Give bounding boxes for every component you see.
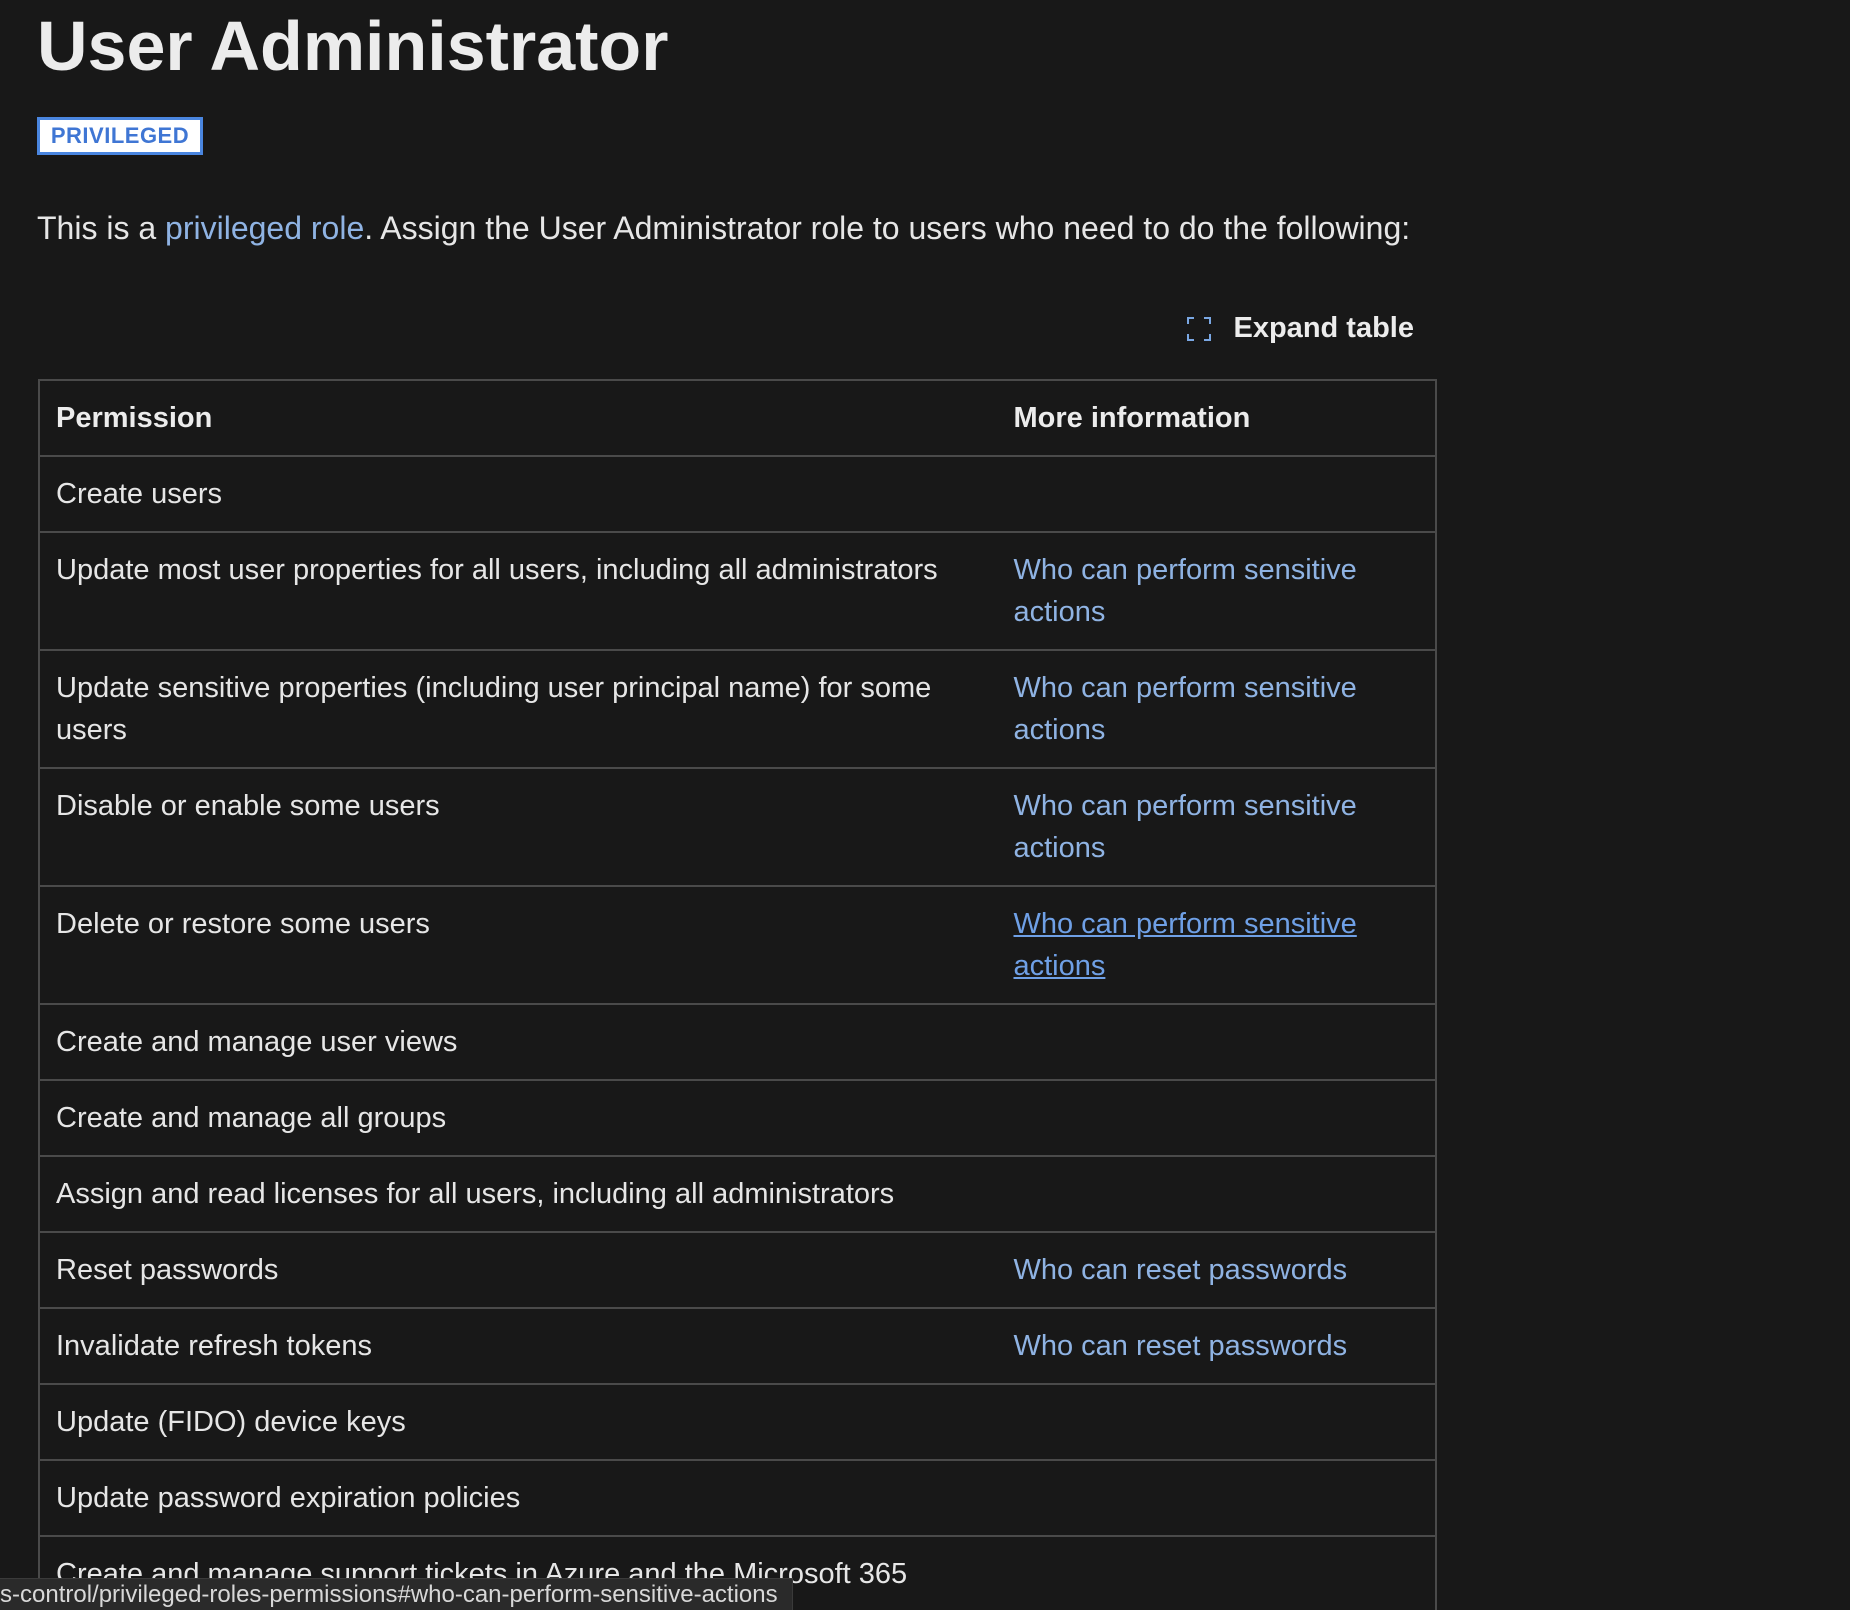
more-information-cell: Who can perform sensitive actions [997,649,1437,769]
table-header-row: Permission More information [37,379,1437,457]
permission-cell: Disable or enable some users [37,767,998,887]
table-row: Create and manage all groups [37,1079,1437,1157]
table-row: Delete or restore some users Who can perf… [37,885,1437,1005]
expand-table-label: Expand table [1233,312,1415,344]
more-information-cell [997,1003,1437,1081]
intro-suffix: . Assign the User Administrator role to … [364,210,1411,246]
expand-table-button[interactable]: Expand table [1186,312,1415,345]
table-row: Assign and read licenses for all users, … [37,1155,1437,1233]
more-information-cell [997,1535,1437,1610]
permission-cell: Reset passwords [37,1231,998,1309]
table-row: Update sensitive properties (including u… [37,649,1437,769]
table-row: Disable or enable some users Who can perf… [37,767,1437,887]
more-information-link[interactable]: Who can perform sensitive actions [1013,554,1356,628]
column-header-permission: Permission [37,379,998,457]
table-body: Create users Update most user properties … [37,455,1437,1610]
permission-cell: Assign and read licenses for all users, … [37,1155,998,1233]
intro-prefix: This is a [37,210,166,246]
permission-cell: Update password expiration policies [37,1459,998,1537]
table-row: Reset passwords Who can reset passwords [37,1231,1437,1309]
more-information-cell: Who can perform sensitive actions [997,767,1437,887]
more-information-cell [997,455,1437,533]
more-information-link[interactable]: Who can perform sensitive actions [1013,908,1356,982]
permission-cell: Create and manage all groups [37,1079,998,1157]
more-information-cell: Who can perform sensitive actions [997,531,1437,651]
privileged-role-link[interactable]: privileged role [165,210,364,246]
more-information-link[interactable]: Who can reset passwords [1013,1254,1347,1286]
table-row: Invalidate refresh tokens Who can reset p… [37,1307,1437,1385]
page: User Administrator PRIVILEGED This is a … [0,0,1850,1610]
table-row: Create and manage user views [37,1003,1437,1081]
permission-cell: Invalidate refresh tokens [37,1307,998,1385]
more-information-link[interactable]: Who can reset passwords [1013,1330,1347,1362]
permission-cell: Update (FIDO) device keys [37,1383,998,1461]
expand-icon [1186,316,1211,341]
more-information-cell: Who can perform sensitive actions [997,885,1437,1005]
more-information-link[interactable]: Who can perform sensitive actions [1013,672,1356,746]
more-information-cell: Who can reset passwords [997,1307,1437,1385]
privileged-badge: PRIVILEGED [37,117,203,155]
permission-cell: Update most user properties for all user… [37,531,998,651]
table-row: Update password expiration policies [37,1459,1437,1537]
more-information-cell [997,1079,1437,1157]
table-row: Create users [37,455,1437,533]
permission-cell: Create users [37,455,998,533]
more-information-cell [997,1383,1437,1461]
permission-cell: Update sensitive properties (including u… [37,649,998,769]
permission-cell: Delete or restore some users [37,885,998,1005]
more-information-link[interactable]: Who can perform sensitive actions [1013,790,1356,864]
intro-paragraph: This is a privileged role. Assign the Us… [37,204,1410,252]
status-bar-url: s-control/privileged-roles-permissions#w… [0,1578,793,1610]
table-row: Update (FIDO) device keys [37,1383,1437,1461]
more-information-cell: Who can reset passwords [997,1231,1437,1309]
table-row: Update most user properties for all user… [37,531,1437,651]
page-title: User Administrator [37,7,669,85]
more-information-cell [997,1155,1437,1233]
column-header-more-information: More information [997,379,1437,457]
permissions-table: Permission More information Create users… [37,379,1437,1610]
more-information-cell [997,1459,1437,1537]
permission-cell: Create and manage user views [37,1003,998,1081]
